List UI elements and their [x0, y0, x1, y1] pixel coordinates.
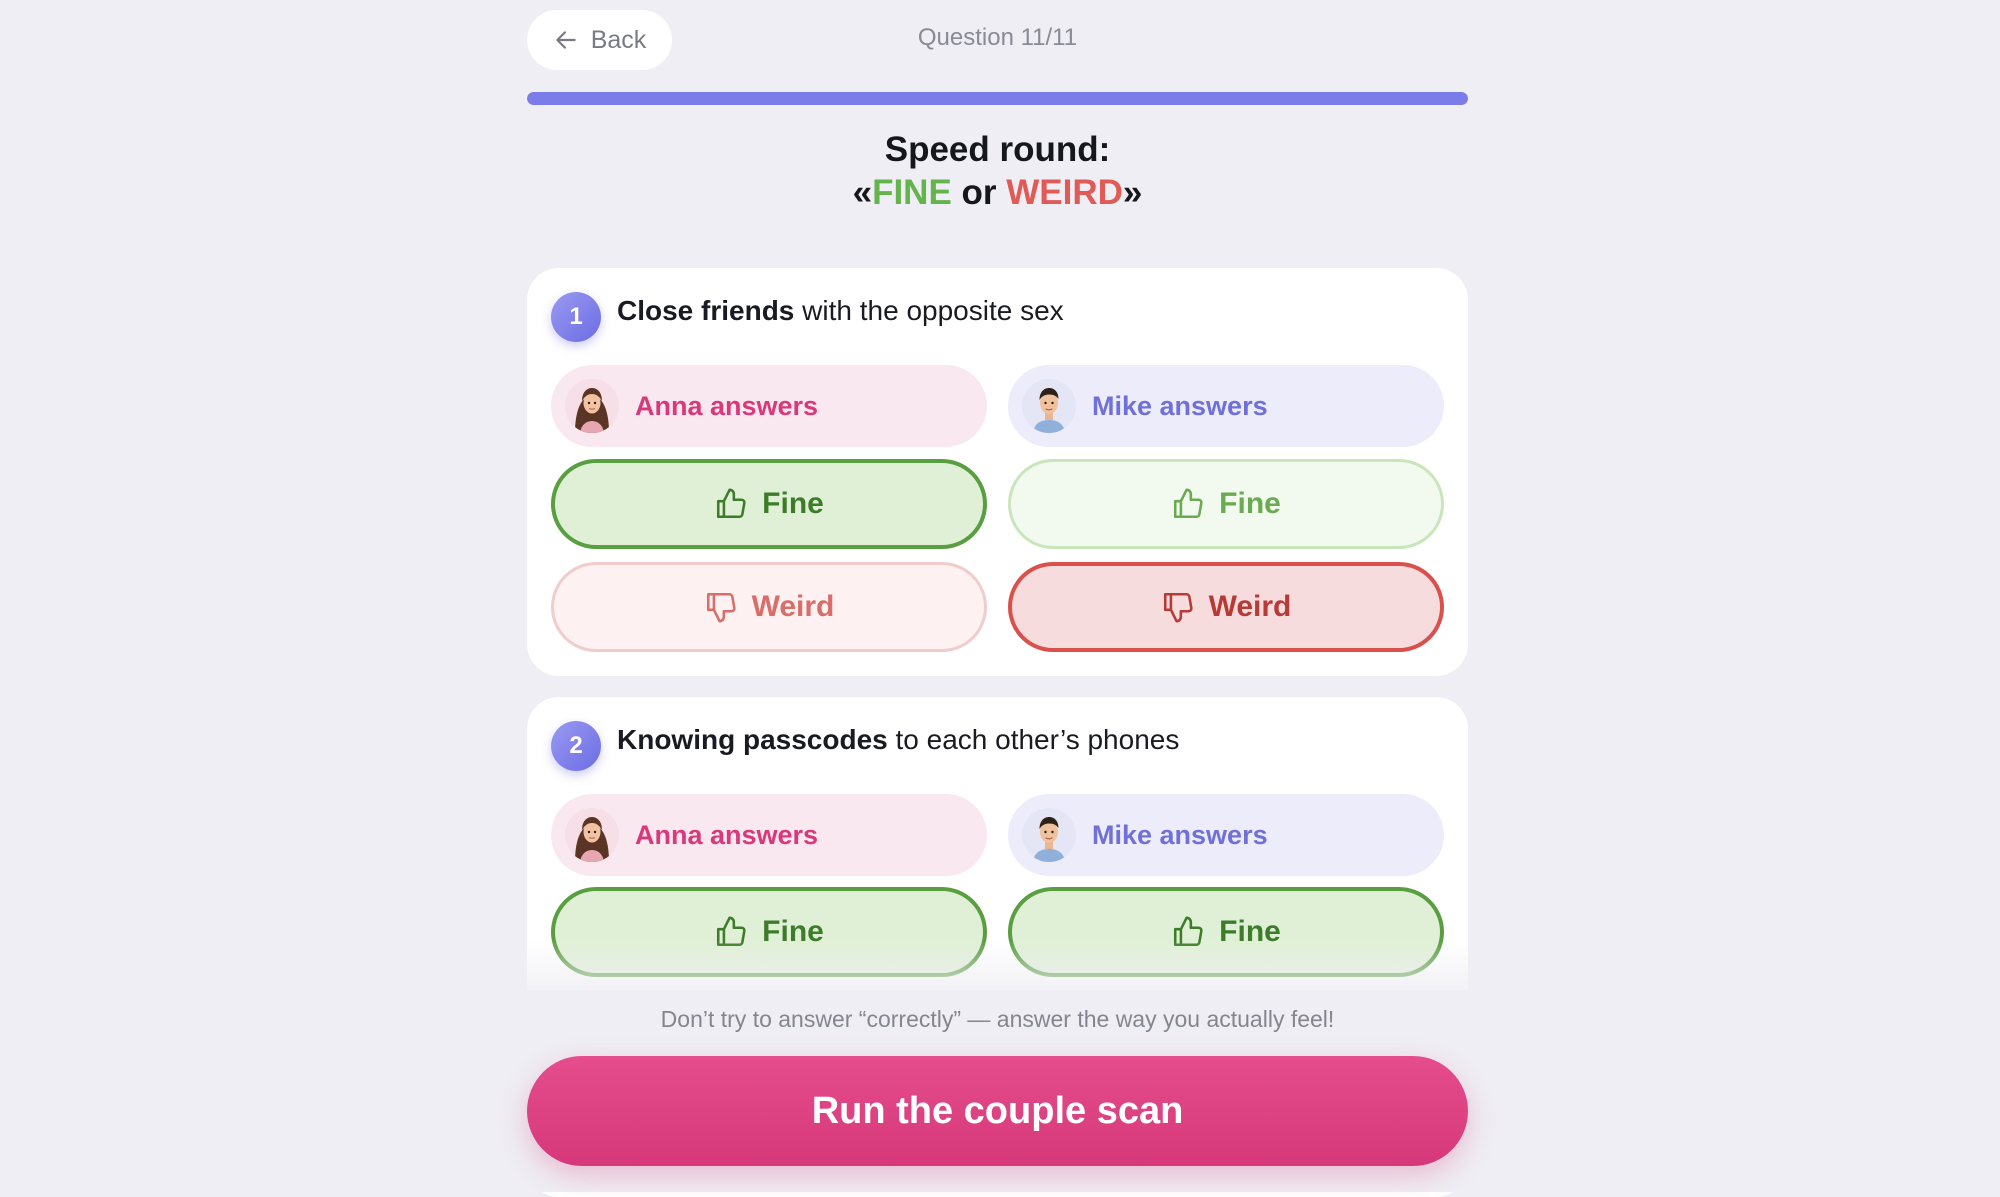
- thumbs-down-icon: [1161, 590, 1195, 624]
- question-number-badge: 2: [551, 721, 601, 771]
- anna-answers-label: Anna answers: [551, 365, 987, 447]
- anna-avatar: [565, 808, 619, 862]
- thumbs-up-icon: [714, 487, 748, 521]
- mike-avatar: [1022, 808, 1076, 862]
- anna-answers-text: Anna answers: [635, 390, 819, 421]
- round-subtitle: «FINE or WEIRD»: [527, 173, 1468, 213]
- quote-open: «: [852, 173, 873, 212]
- question-text-bold: Knowing passcodes: [617, 724, 888, 755]
- quote-close: »: [1122, 173, 1143, 212]
- question-text-rest: to each other’s phones: [887, 724, 1180, 755]
- progress-bar: [527, 92, 1468, 105]
- weird-word: WEIRD: [1006, 173, 1123, 212]
- question-header: 2 Knowing passcodes to each other’s phon…: [551, 721, 1179, 771]
- round-title: Speed round:: [884, 130, 1111, 169]
- anna-weird-button[interactable]: Weird: [551, 562, 987, 652]
- progress-bar-fill: [527, 92, 1468, 105]
- run-couple-scan-button[interactable]: Run the couple scan: [527, 1056, 1468, 1166]
- thumbs-up-icon: [1171, 487, 1205, 521]
- question-header: 1 Close friends with the opposite sex: [551, 292, 1064, 342]
- anna-answers-text: Anna answers: [635, 819, 819, 850]
- weird-label: Weird: [751, 590, 835, 623]
- anna-answers-label: Anna answers: [551, 794, 987, 876]
- question-counter: Question 11/11: [917, 24, 1078, 51]
- anna-avatar: [565, 379, 619, 433]
- mike-answers-text: Mike answers: [1092, 819, 1268, 850]
- question-text-rest: with the opposite sex: [794, 295, 1064, 326]
- mike-weird-button[interactable]: Weird: [1008, 562, 1444, 652]
- mike-answers-label: Mike answers: [1008, 365, 1444, 447]
- fine-word: FINE: [872, 173, 952, 212]
- question-text: Knowing passcodes to each other’s phones: [617, 724, 1179, 756]
- question-text-bold: Close friends: [617, 295, 795, 326]
- mike-answers-label: Mike answers: [1008, 794, 1444, 876]
- or-word: or: [951, 173, 1007, 212]
- mike-answers-text: Mike answers: [1092, 390, 1268, 421]
- fine-label: Fine: [762, 487, 824, 520]
- fine-label: Fine: [1219, 487, 1281, 520]
- weird-label: Weird: [1208, 590, 1292, 623]
- anna-fine-button[interactable]: Fine: [551, 459, 987, 549]
- question-text: Close friends with the opposite sex: [617, 295, 1064, 327]
- question-number-badge: 1: [551, 292, 601, 342]
- bottom-bar: Don’t try to answer “correctly” — answer…: [527, 990, 1468, 1192]
- mike-fine-button[interactable]: Fine: [1008, 459, 1444, 549]
- mike-avatar: [1022, 379, 1076, 433]
- hint-text: Don’t try to answer “correctly” — answer…: [660, 1006, 1335, 1032]
- thumbs-down-icon: [704, 590, 738, 624]
- question-card-1: 1 Close friends with the opposite sex An…: [527, 268, 1468, 676]
